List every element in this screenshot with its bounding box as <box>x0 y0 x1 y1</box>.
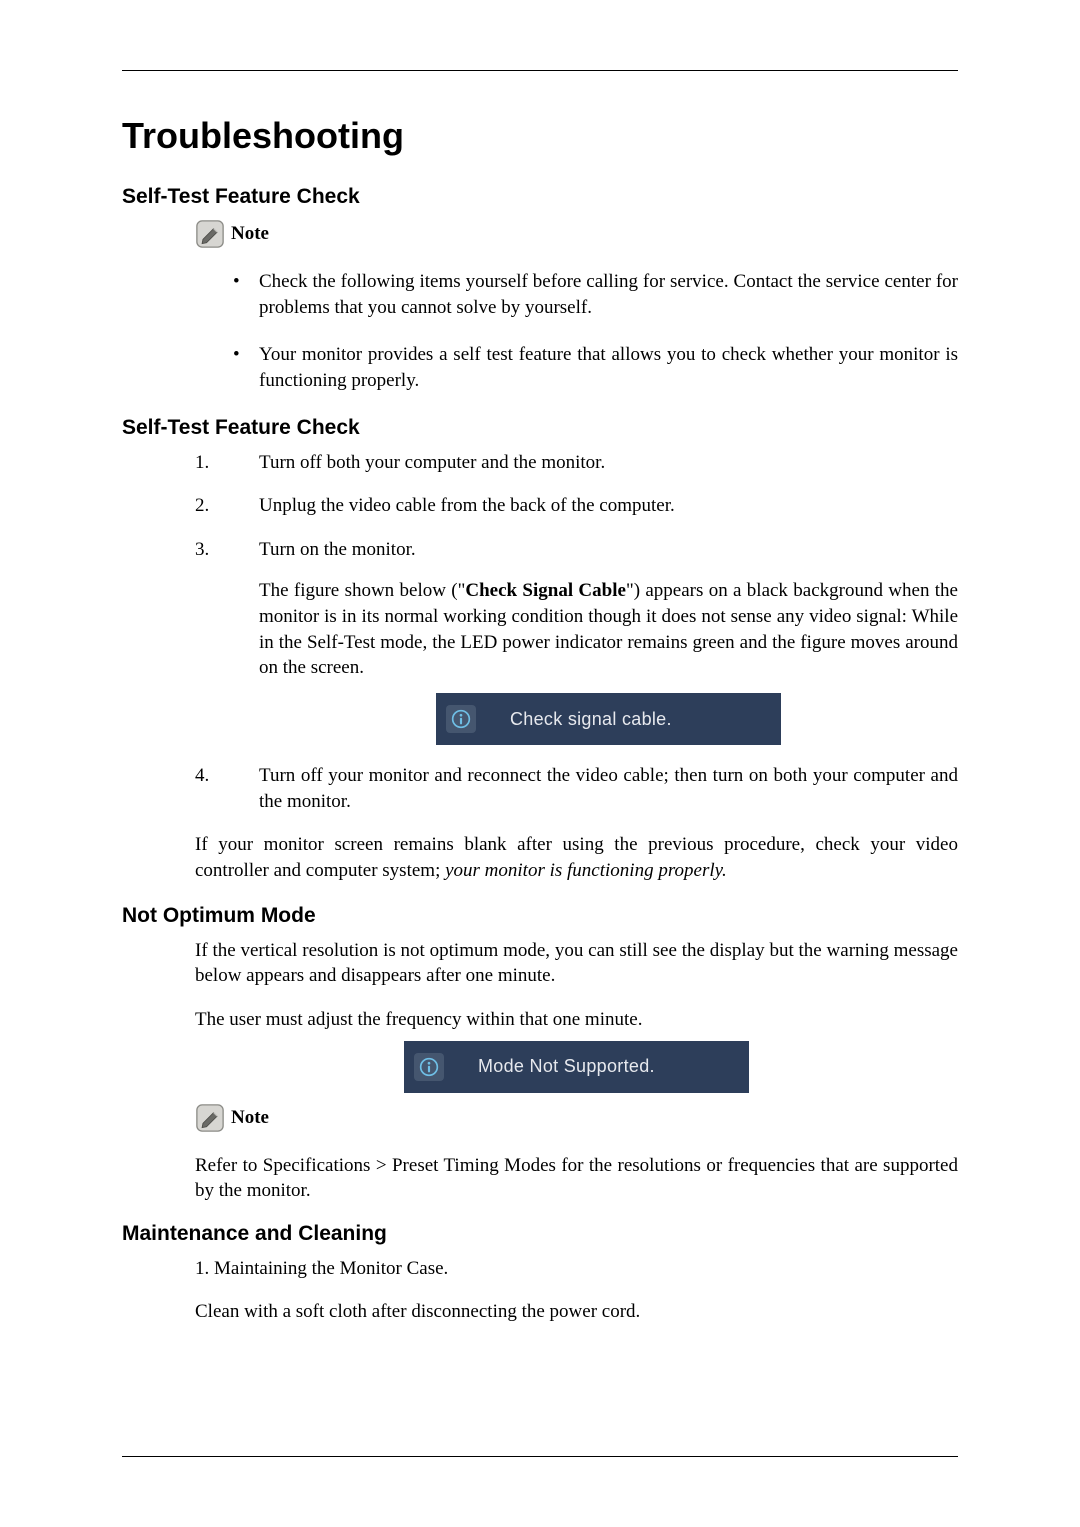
step-number: 2. <box>195 493 235 519</box>
step-extra-text: The figure shown below ("Check Signal Ca… <box>259 578 958 681</box>
step-number: 3. <box>195 537 235 563</box>
bold-text: Check Signal Cable <box>465 580 626 601</box>
osd-message-text: Mode Not Supported. <box>470 1056 739 1077</box>
osd-message-mode-not-supported: Mode Not Supported. <box>404 1041 749 1093</box>
step-item: 2. Unplug the video cable from the back … <box>195 493 958 519</box>
info-icon <box>414 1053 444 1081</box>
rule-top <box>122 70 958 71</box>
pencil-note-icon <box>195 1103 225 1133</box>
step-text: Turn off both your computer and the moni… <box>259 452 605 473</box>
pencil-note-icon <box>195 219 225 249</box>
note-label-2: Note <box>231 1107 269 1129</box>
step-text: Turn on the monitor. <box>259 539 416 560</box>
paragraph: 1. Maintaining the Monitor Case. <box>195 1256 958 1282</box>
steps-block: 1. Turn off both your computer and the m… <box>195 450 958 884</box>
document-page: Troubleshooting Self-Test Feature Check … <box>0 0 1080 1403</box>
heading-not-optimum: Not Optimum Mode <box>122 904 958 928</box>
heading-self-test-2: Self-Test Feature Check <box>122 416 958 440</box>
step-item: 1. Turn off both your computer and the m… <box>195 450 958 476</box>
note-label-1: Note <box>231 223 269 245</box>
paragraph: Clean with a soft cloth after disconnect… <box>195 1299 958 1325</box>
bullet-item: Your monitor provides a self test featur… <box>225 342 958 393</box>
bullet-item: Check the following items yourself befor… <box>225 269 958 320</box>
step-number: 1. <box>195 450 235 476</box>
paragraph: If the vertical resolution is not optimu… <box>195 938 958 989</box>
text-fragment: The figure shown below (" <box>259 580 465 601</box>
ordered-steps: 1. Turn off both your computer and the m… <box>195 450 958 815</box>
step-item: 4. Turn off your monitor and reconnect t… <box>195 763 958 814</box>
rule-bottom <box>122 1456 958 1457</box>
page-title: Troubleshooting <box>122 115 958 157</box>
paragraph: The user must adjust the frequency withi… <box>195 1007 958 1033</box>
step-text: Turn off your monitor and reconnect the … <box>259 765 958 812</box>
heading-self-test-1: Self-Test Feature Check <box>122 185 958 209</box>
heading-maintenance: Maintenance and Cleaning <box>122 1222 958 1246</box>
not-optimum-block: If the vertical resolution is not optimu… <box>195 938 958 1204</box>
note-callout-2: Note <box>195 1103 958 1133</box>
italic-text: your monitor is functioning properly. <box>445 860 727 881</box>
note-bullets-block: Check the following items yourself befor… <box>195 269 958 394</box>
paragraph: Refer to Specifications > Preset Timing … <box>195 1153 958 1204</box>
step-text: Unplug the video cable from the back of … <box>259 495 675 516</box>
after-steps-text: If your monitor screen remains blank aft… <box>195 832 958 883</box>
bullet-list: Check the following items yourself befor… <box>225 269 958 394</box>
osd-message-check-signal: Check signal cable. <box>436 693 781 745</box>
step-number: 4. <box>195 763 235 789</box>
info-icon <box>446 705 476 733</box>
maintenance-block: 1. Maintaining the Monitor Case. Clean w… <box>195 1256 958 1325</box>
note-callout-1: Note <box>195 219 958 249</box>
osd-message-text: Check signal cable. <box>502 707 771 731</box>
step-item: 3. Turn on the monitor. The figure shown… <box>195 537 958 745</box>
